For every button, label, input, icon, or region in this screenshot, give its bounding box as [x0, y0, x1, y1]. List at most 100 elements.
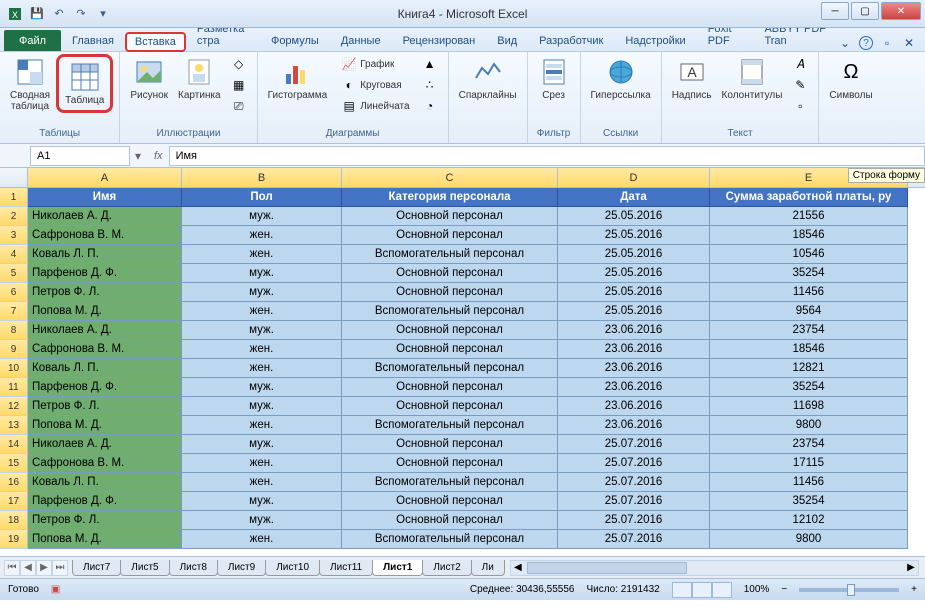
- data-cell[interactable]: Сафронова В. М.: [28, 454, 182, 473]
- tab-file[interactable]: Файл: [4, 30, 61, 51]
- sheet-nav-first[interactable]: ⏮: [4, 560, 20, 576]
- sheet-tab[interactable]: Лист11: [319, 560, 373, 576]
- row-number[interactable]: 15: [0, 454, 28, 473]
- row-number[interactable]: 1: [0, 188, 28, 207]
- chart-line-button[interactable]: 📈График: [337, 54, 413, 74]
- sparklines-button[interactable]: Спарклайны: [455, 54, 521, 103]
- zoom-slider[interactable]: [799, 588, 899, 592]
- data-cell[interactable]: 25.05.2016: [558, 207, 710, 226]
- maximize-button[interactable]: ▢: [851, 2, 879, 20]
- data-cell[interactable]: жен.: [182, 416, 342, 435]
- tab-data[interactable]: Данные: [330, 30, 392, 51]
- row-number[interactable]: 7: [0, 302, 28, 321]
- minimize-button[interactable]: ─: [821, 2, 849, 20]
- data-cell[interactable]: жен.: [182, 340, 342, 359]
- save-button[interactable]: 💾: [28, 5, 46, 23]
- data-cell[interactable]: Основной персонал: [342, 454, 558, 473]
- data-cell[interactable]: жен.: [182, 473, 342, 492]
- data-cell[interactable]: Попова М. Д.: [28, 416, 182, 435]
- data-cell[interactable]: 25.07.2016: [558, 492, 710, 511]
- data-cell[interactable]: Парфенов Д. Ф.: [28, 492, 182, 511]
- name-box-dropdown[interactable]: ▾: [130, 149, 146, 163]
- data-cell[interactable]: муж.: [182, 397, 342, 416]
- data-cell[interactable]: Вспомогательный персонал: [342, 416, 558, 435]
- data-cell[interactable]: 23.06.2016: [558, 416, 710, 435]
- data-cell[interactable]: Петров Ф. Л.: [28, 283, 182, 302]
- data-cell[interactable]: 11456: [710, 473, 908, 492]
- header-cell[interactable]: Дата: [558, 188, 710, 207]
- data-cell[interactable]: Основной персонал: [342, 283, 558, 302]
- data-cell[interactable]: 35254: [710, 378, 908, 397]
- data-cell[interactable]: жен.: [182, 530, 342, 549]
- data-cell[interactable]: муж.: [182, 264, 342, 283]
- sheet-nav-next[interactable]: ▶: [36, 560, 52, 576]
- column-header-d[interactable]: D: [558, 168, 710, 187]
- data-cell[interactable]: Попова М. Д.: [28, 302, 182, 321]
- redo-button[interactable]: ↷: [72, 5, 90, 23]
- sheet-tab[interactable]: Ли: [471, 560, 505, 576]
- signature-button[interactable]: ✎: [788, 75, 812, 95]
- data-cell[interactable]: 17115: [710, 454, 908, 473]
- sheet-nav-last[interactable]: ⏭: [52, 560, 68, 576]
- wordart-button[interactable]: 𝐴: [788, 54, 812, 74]
- close-button[interactable]: ✕: [881, 2, 921, 20]
- data-cell[interactable]: 21556: [710, 207, 908, 226]
- data-cell[interactable]: жен.: [182, 302, 342, 321]
- row-number[interactable]: 5: [0, 264, 28, 283]
- headerfooter-button[interactable]: Колонтитулы: [718, 54, 787, 103]
- formula-input[interactable]: Имя: [169, 146, 925, 166]
- smartart-button[interactable]: ▦: [227, 75, 251, 95]
- sheet-tab[interactable]: Лист1: [372, 560, 423, 576]
- data-cell[interactable]: муж.: [182, 378, 342, 397]
- shapes-button[interactable]: ◇: [227, 54, 251, 74]
- row-number[interactable]: 13: [0, 416, 28, 435]
- macro-record-icon[interactable]: ▣: [51, 584, 60, 595]
- data-cell[interactable]: Попова М. Д.: [28, 530, 182, 549]
- tab-review[interactable]: Рецензирован: [392, 30, 487, 51]
- data-cell[interactable]: Основной персонал: [342, 207, 558, 226]
- tab-insert[interactable]: Вставка: [125, 32, 186, 52]
- data-cell[interactable]: муж.: [182, 207, 342, 226]
- chart-bar-button[interactable]: ▤Линейчата: [337, 96, 413, 116]
- data-cell[interactable]: 12821: [710, 359, 908, 378]
- object-button[interactable]: ▫: [788, 96, 812, 116]
- histogram-button[interactable]: Гистограмма: [264, 54, 332, 103]
- data-cell[interactable]: 23754: [710, 435, 908, 454]
- data-cell[interactable]: муж.: [182, 321, 342, 340]
- data-cell[interactable]: Основной персонал: [342, 378, 558, 397]
- data-cell[interactable]: муж.: [182, 511, 342, 530]
- help-icon[interactable]: ?: [859, 36, 873, 50]
- close-workbook-icon[interactable]: ✕: [901, 35, 917, 51]
- header-cell[interactable]: Имя: [28, 188, 182, 207]
- restore-window-icon[interactable]: ▫: [879, 35, 895, 51]
- data-cell[interactable]: 9564: [710, 302, 908, 321]
- row-number[interactable]: 18: [0, 511, 28, 530]
- view-pagebreak-button[interactable]: [712, 582, 732, 598]
- data-cell[interactable]: Основной персонал: [342, 226, 558, 245]
- data-cell[interactable]: Сафронова В. М.: [28, 340, 182, 359]
- data-cell[interactable]: 23.06.2016: [558, 378, 710, 397]
- horizontal-scrollbar[interactable]: ◀ ▶: [510, 560, 919, 576]
- data-cell[interactable]: 23.06.2016: [558, 321, 710, 340]
- data-cell[interactable]: 10546: [710, 245, 908, 264]
- data-cell[interactable]: 9800: [710, 530, 908, 549]
- data-cell[interactable]: Вспомогательный персонал: [342, 359, 558, 378]
- data-cell[interactable]: 25.07.2016: [558, 530, 710, 549]
- data-cell[interactable]: жен.: [182, 226, 342, 245]
- data-cell[interactable]: 23.06.2016: [558, 359, 710, 378]
- zoom-level[interactable]: 100%: [744, 584, 770, 595]
- data-cell[interactable]: Вспомогательный персонал: [342, 530, 558, 549]
- sheet-tab[interactable]: Лист2: [422, 560, 471, 576]
- chart-scatter-button[interactable]: ∴: [418, 75, 442, 95]
- column-header-c[interactable]: C: [342, 168, 558, 187]
- data-cell[interactable]: Коваль Л. П.: [28, 473, 182, 492]
- chart-other-button[interactable]: ◔: [418, 96, 442, 116]
- data-cell[interactable]: Николаев А. Д.: [28, 321, 182, 340]
- hscroll-thumb[interactable]: [527, 562, 687, 574]
- data-cell[interactable]: Парфенов Д. Ф.: [28, 264, 182, 283]
- sheet-tab[interactable]: Лист7: [72, 560, 121, 576]
- data-cell[interactable]: 23.06.2016: [558, 340, 710, 359]
- sheet-tab[interactable]: Лист8: [169, 560, 218, 576]
- chart-pie-button[interactable]: ◐Круговая: [337, 75, 413, 95]
- grid-body[interactable]: 1ИмяПолКатегория персоналаДатаСумма зара…: [0, 188, 925, 556]
